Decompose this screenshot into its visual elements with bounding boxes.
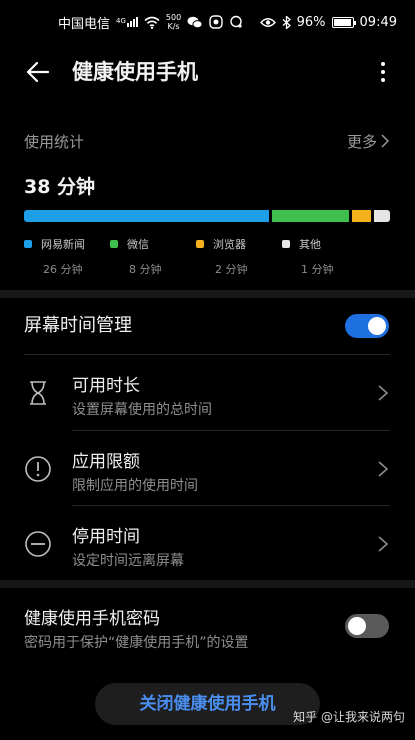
menu-item-app-limits[interactable]: 应用限额 限制应用的使用时间: [0, 431, 415, 506]
usage-statistics-card: 使用统计 更多 38 分钟 网易新闻 26 分钟 微信 8 分钟 浏览器 2 分钟 其他 1 …: [0, 120, 415, 290]
password-title: 健康使用手机密码: [24, 609, 160, 629]
usage-bar-segment: [24, 210, 269, 222]
dot-icon: [381, 62, 385, 66]
legend-color-dot: [196, 240, 204, 248]
usage-bar: [24, 210, 390, 222]
hourglass-icon: [30, 381, 46, 405]
battery-percent: 96%: [296, 14, 326, 30]
overflow-menu-button[interactable]: [371, 56, 395, 88]
menu-item-title: 可用时长: [72, 376, 140, 396]
net-speed: 500 K/s: [165, 13, 182, 31]
signal-icon: 4G: [116, 17, 138, 27]
section-divider: [0, 290, 415, 298]
dot-icon: [381, 70, 385, 74]
legend-app-name: 微信: [127, 238, 149, 251]
legend-app-name: 网易新闻: [41, 238, 85, 251]
close-healthy-usage-button[interactable]: 关闭健康使用手机: [95, 683, 320, 725]
battery-icon: [331, 16, 356, 28]
usage-total: 38 分钟: [24, 176, 96, 198]
minus-circle-icon: [25, 531, 51, 557]
carrier-label: 中国电信: [58, 16, 111, 32]
wechat-icon: [187, 16, 203, 28]
password-row[interactable]: 健康使用手机密码 密码用于保护“健康使用手机”的设置: [0, 596, 415, 660]
legend-app-time: 8 分钟: [129, 263, 162, 276]
dot-icon: [381, 78, 385, 82]
app-notification-icon: [209, 15, 223, 29]
usage-bar-segment: [352, 210, 371, 222]
section-divider: [0, 580, 415, 588]
eye-icon: [259, 17, 276, 27]
toggle-knob: [368, 317, 386, 335]
legend-item: 微信 8 分钟: [110, 236, 196, 277]
bluetooth-icon: [282, 15, 291, 29]
menu-item-available-time[interactable]: 可用时长 设置屏幕使用的总时间: [0, 355, 415, 430]
legend-item: 浏览器 2 分钟: [196, 236, 282, 277]
screen-time-label: 屏幕时间管理: [24, 315, 132, 336]
screen-time-toggle[interactable]: [345, 314, 389, 338]
legend-app-time: 26 分钟: [43, 263, 83, 276]
legend-item: 其他 1 分钟: [282, 236, 368, 277]
wifi-icon: [144, 16, 160, 29]
legend-app-name: 其他: [299, 238, 321, 251]
status-bar: 中国电信 4G 500 K/s 96% 09:49: [0, 0, 415, 44]
menu-item-title: 应用限额: [72, 452, 140, 472]
chevron-right-icon: [378, 461, 389, 477]
legend-item: 网易新闻 26 分钟: [24, 236, 110, 277]
legend-color-dot: [282, 240, 290, 248]
chat-bubble-icon: [230, 15, 242, 28]
screen-time-row[interactable]: 屏幕时间管理: [0, 298, 415, 354]
legend-color-dot: [24, 240, 32, 248]
usage-more-link[interactable]: 更多: [347, 131, 389, 152]
watermark: 知乎 @让我来说两句: [293, 710, 405, 724]
legend-color-dot: [110, 240, 118, 248]
legend-app-name: 浏览器: [213, 238, 246, 251]
usage-more-label: 更多: [346, 132, 377, 151]
exclamation-circle-icon: [25, 456, 51, 482]
menu-item-subtitle: 设置屏幕使用的总时间: [72, 402, 212, 418]
menu-item-downtime[interactable]: 停用时间 设定时间远离屏幕: [0, 506, 415, 581]
menu-item-subtitle: 设定时间远离屏幕: [72, 553, 184, 569]
menu-item-title: 停用时间: [72, 527, 140, 547]
password-subtitle: 密码用于保护“健康使用手机”的设置: [24, 635, 249, 651]
usage-bar-segment: [374, 210, 390, 222]
legend-app-time: 2 分钟: [215, 263, 248, 276]
clock: 09:49: [359, 14, 397, 30]
app-header: 健康使用手机: [0, 44, 415, 100]
arrow-left-icon: [26, 61, 50, 83]
menu-item-subtitle: 限制应用的使用时间: [72, 478, 198, 494]
chevron-right-icon: [378, 385, 389, 401]
password-toggle[interactable]: [345, 614, 389, 638]
usage-section-label: 使用统计: [24, 132, 85, 151]
back-button[interactable]: [22, 56, 54, 88]
usage-legend: 网易新闻 26 分钟 微信 8 分钟 浏览器 2 分钟 其他 1 分钟: [24, 236, 394, 277]
signal-tag: 4G: [116, 17, 126, 25]
page-title: 健康使用手机: [72, 60, 198, 84]
chevron-right-icon: [381, 134, 389, 148]
toggle-knob: [348, 617, 366, 635]
chevron-right-icon: [378, 536, 389, 552]
legend-app-time: 1 分钟: [301, 263, 334, 276]
usage-bar-segment: [272, 210, 349, 222]
